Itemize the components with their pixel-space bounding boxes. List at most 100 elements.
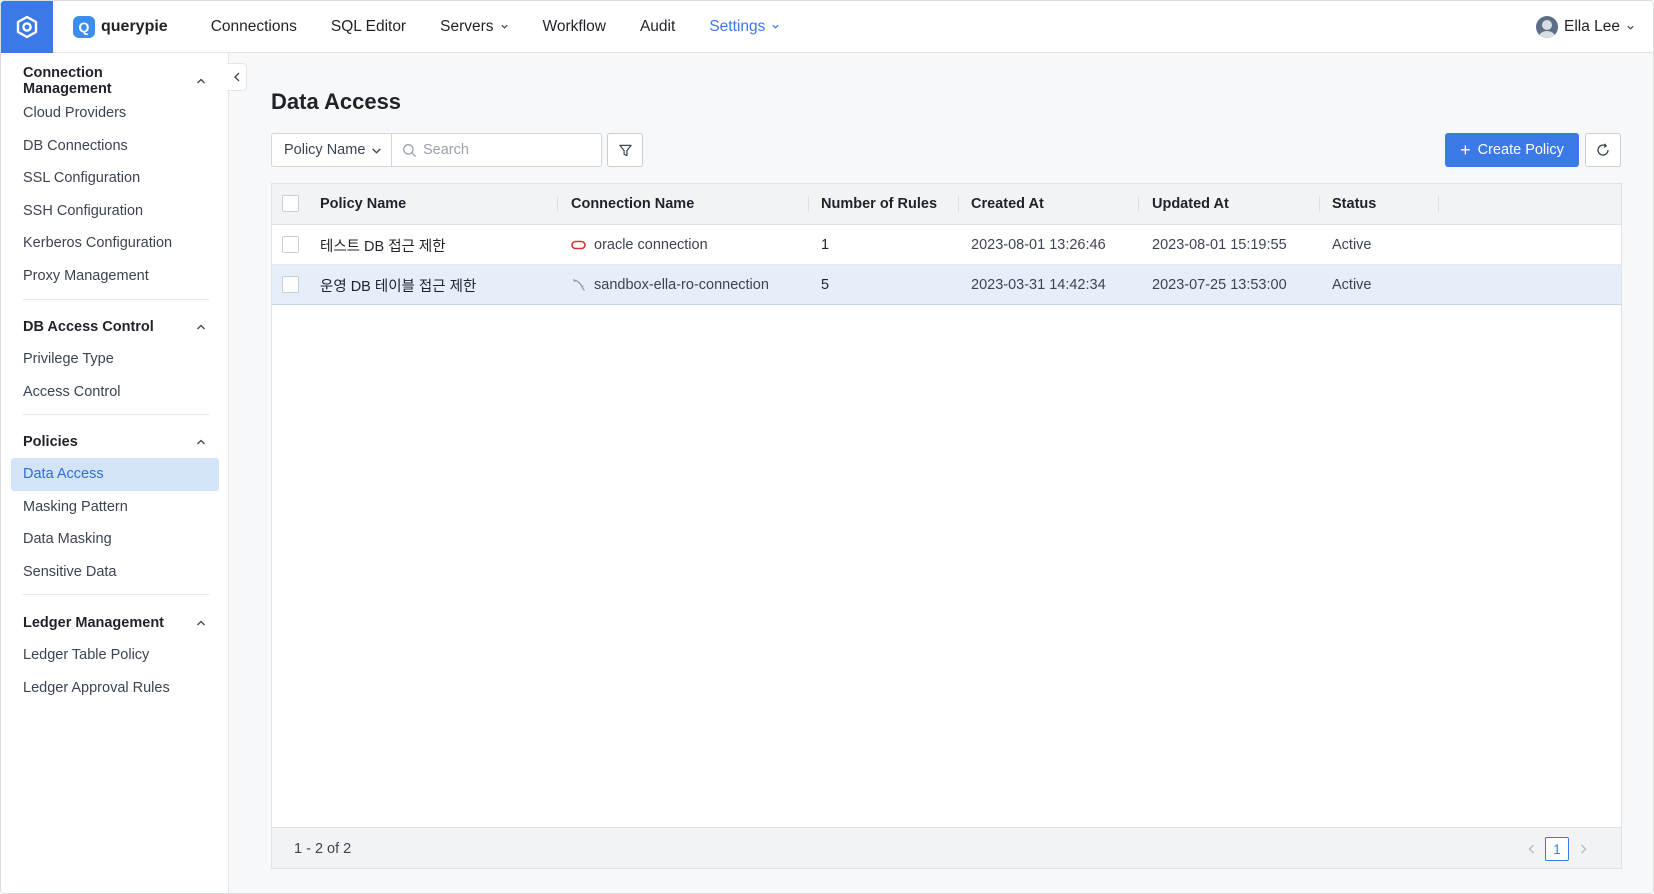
filter-button[interactable] [607, 133, 643, 167]
nav-audit[interactable]: Audit [640, 18, 675, 36]
rules-count-cell: 5 [821, 277, 830, 293]
sidebar-section-policies: Policies Data Access Masking Pattern Dat… [11, 426, 219, 588]
column-header-status[interactable]: Status [1332, 184, 1376, 224]
search-toolbar: Policy Name [271, 133, 643, 167]
sidebar-section-db-access-control: DB Access Control Privilege Type Access … [11, 311, 219, 408]
prev-page-button[interactable] [1521, 837, 1541, 861]
connection-name-cell: oracle connection [571, 225, 708, 265]
connection-name-cell: sandbox-ella-ro-connection [571, 265, 769, 305]
sidebar-section-ledger-management: Ledger Management Ledger Table Policy Le… [11, 607, 219, 704]
create-policy-button[interactable]: + Create Policy [1445, 133, 1579, 167]
sidebar-item-masking-pattern[interactable]: Masking Pattern [11, 491, 219, 524]
policy-name-cell: 운영 DB 테이블 접근 제한 [320, 278, 477, 295]
pagination-range: 1 - 2 of 2 [294, 840, 352, 857]
status-cell: Active [1332, 277, 1372, 293]
sidebar-section-header[interactable]: Connection Management [11, 65, 219, 97]
nav-connections[interactable]: Connections [211, 18, 297, 36]
policy-table: Policy Name Connection Name Number of Ru… [271, 183, 1622, 869]
avatar [1535, 16, 1558, 38]
table-row[interactable]: 운영 DB 테이블 접근 제한 sandbox-ella-ro-connecti… [272, 265, 1621, 305]
plus-icon: + [1460, 140, 1471, 160]
oracle-icon [571, 240, 586, 250]
search-field-select[interactable]: Policy Name [271, 133, 391, 167]
sidebar-collapse-button[interactable] [227, 63, 247, 91]
sidebar-item-proxy-management[interactable]: Proxy Management [11, 260, 219, 293]
chevron-left-icon [233, 72, 239, 82]
created-at-cell: 2023-08-01 13:26:46 [971, 237, 1106, 253]
chevron-down-icon [772, 24, 779, 29]
user-name: Ella Lee [1563, 18, 1620, 35]
refresh-button[interactable] [1585, 133, 1621, 167]
column-header-connection-name[interactable]: Connection Name [571, 184, 694, 224]
nav-servers[interactable]: Servers [440, 18, 508, 36]
sidebar: Connection Management Cloud Providers DB… [1, 53, 229, 893]
sidebar-divider [23, 594, 209, 595]
column-header-created-at[interactable]: Created At [971, 184, 1044, 224]
status-cell: Active [1332, 237, 1372, 253]
chevron-down-icon [500, 24, 508, 29]
policy-name-cell: 테스트 DB 접근 제한 [320, 238, 446, 255]
sidebar-item-ledger-table-policy[interactable]: Ledger Table Policy [11, 639, 219, 672]
sidebar-divider [23, 299, 209, 300]
row-checkbox[interactable] [282, 276, 299, 293]
sidebar-item-data-access[interactable]: Data Access [11, 458, 219, 491]
chevron-up-icon [197, 620, 205, 626]
chevron-down-icon [372, 147, 382, 154]
brand[interactable]: Q querypie [73, 15, 168, 38]
search-input[interactable] [423, 142, 593, 158]
sidebar-divider [23, 414, 209, 415]
sidebar-item-db-connections[interactable]: DB Connections [11, 130, 219, 163]
table-footer: 1 - 2 of 2 1 [272, 827, 1621, 868]
sidebar-item-kerberos-configuration[interactable]: Kerberos Configuration [11, 227, 219, 260]
nav-workflow[interactable]: Workflow [543, 18, 606, 36]
querypie-logo-icon [16, 15, 38, 38]
sidebar-item-data-masking[interactable]: Data Masking [11, 523, 219, 556]
top-navigation: Q querypie Connections SQL Editor Server… [1, 1, 1653, 53]
sidebar-item-cloud-providers[interactable]: Cloud Providers [11, 97, 219, 130]
sidebar-item-access-control[interactable]: Access Control [11, 376, 219, 409]
row-checkbox[interactable] [282, 236, 299, 253]
sidebar-item-sensitive-data[interactable]: Sensitive Data [11, 556, 219, 589]
filter-icon [618, 144, 632, 156]
table-row[interactable]: 테스트 DB 접근 제한 oracle connection 1 2023-08… [272, 225, 1621, 265]
updated-at-cell: 2023-07-25 13:53:00 [1152, 277, 1287, 293]
created-at-cell: 2023-03-31 14:42:34 [971, 277, 1106, 293]
table-header: Policy Name Connection Name Number of Ru… [272, 184, 1621, 225]
app-logo-button[interactable] [1, 1, 53, 53]
column-header-updated-at[interactable]: Updated At [1152, 184, 1229, 224]
sidebar-section-header[interactable]: Ledger Management [11, 607, 219, 639]
search-box [391, 133, 602, 167]
updated-at-cell: 2023-08-01 15:19:55 [1152, 237, 1287, 253]
main-content: Data Access Policy Name + Create Policy [229, 53, 1653, 893]
mysql-icon [571, 278, 586, 292]
select-all-checkbox[interactable] [282, 195, 299, 212]
chevron-down-icon [1627, 25, 1634, 30]
user-menu[interactable]: Ella Lee [1535, 1, 1635, 53]
sidebar-item-ledger-approval-rules[interactable]: Ledger Approval Rules [11, 672, 219, 705]
sidebar-section-connection-management: Connection Management Cloud Providers DB… [11, 65, 219, 292]
sidebar-section-header[interactable]: Policies [11, 426, 219, 458]
chevron-right-icon [1580, 844, 1586, 854]
column-header-number-of-rules[interactable]: Number of Rules [821, 184, 937, 224]
chevron-left-icon [1528, 844, 1534, 854]
page-title: Data Access [271, 89, 402, 114]
brand-name: querypie [101, 17, 168, 35]
page-number-button[interactable]: 1 [1545, 837, 1569, 861]
nav-sql-editor[interactable]: SQL Editor [331, 18, 406, 36]
chevron-up-icon [197, 439, 205, 445]
next-page-button[interactable] [1573, 837, 1593, 861]
sidebar-item-ssh-configuration[interactable]: SSH Configuration [11, 195, 219, 228]
app-window: Q querypie Connections SQL Editor Server… [0, 0, 1654, 894]
brand-mark-icon: Q [73, 15, 95, 38]
column-header-policy-name[interactable]: Policy Name [320, 184, 406, 224]
search-icon [403, 143, 417, 157]
chevron-up-icon [197, 324, 205, 330]
sidebar-item-ssl-configuration[interactable]: SSL Configuration [11, 162, 219, 195]
sidebar-item-privilege-type[interactable]: Privilege Type [11, 343, 219, 376]
chevron-up-icon [197, 78, 205, 84]
rules-count-cell: 1 [821, 237, 830, 253]
sidebar-section-header[interactable]: DB Access Control [11, 311, 219, 343]
pagination: 1 [1521, 837, 1593, 861]
refresh-icon [1597, 143, 1609, 156]
nav-settings[interactable]: Settings [709, 18, 780, 36]
